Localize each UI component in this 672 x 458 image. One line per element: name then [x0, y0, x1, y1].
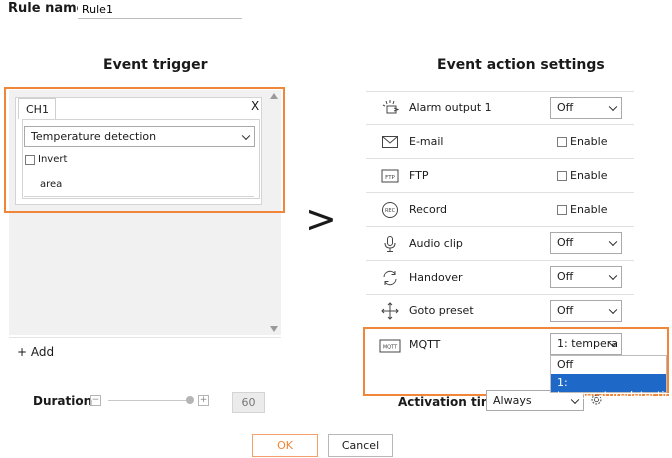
arrow-separator: >	[305, 197, 337, 241]
handover-label: Handover	[409, 271, 463, 284]
alarm-output-icon	[382, 100, 399, 114]
ftp-label: FTP	[409, 169, 429, 182]
audio-clip-select[interactable]: Off	[550, 232, 622, 254]
duration-label: Duration	[33, 394, 93, 408]
alarm-output-select[interactable]: Off	[550, 97, 622, 119]
move-arrows-icon	[381, 302, 399, 320]
goto-preset-label: Goto preset	[409, 304, 474, 317]
chevron-down-icon	[608, 102, 618, 112]
alarm-output-label: Alarm output 1	[409, 101, 492, 114]
goto-preset-select[interactable]: Off	[550, 300, 622, 322]
mqtt-dropdown-list: Off 1: temperaturedetection	[550, 355, 672, 402]
goto-preset-value: Off	[557, 304, 574, 317]
record-enable-checkbox[interactable]	[557, 204, 567, 215]
rule-name-input[interactable]	[78, 0, 242, 19]
audio-clip-value: Off	[557, 236, 574, 249]
scroll-down-icon[interactable]	[270, 326, 278, 332]
trigger-highlight	[4, 87, 285, 213]
email-enable-checkbox[interactable]	[557, 136, 567, 147]
mqtt-option-off[interactable]: Off	[551, 356, 666, 374]
email-label: E-mail	[409, 135, 444, 148]
duration-value[interactable]: 60	[232, 392, 265, 413]
duration-slider-handle[interactable]	[186, 396, 194, 404]
chevron-down-icon	[608, 237, 618, 247]
ok-button[interactable]: OK	[252, 434, 318, 457]
handover-value: Off	[557, 270, 574, 283]
record-icon-text: REC	[385, 208, 396, 214]
event-trigger-title: Event trigger	[103, 57, 208, 73]
ftp-enable-label: Enable	[570, 169, 608, 182]
email-enable-label: Enable	[570, 135, 608, 148]
microphone-icon	[384, 236, 396, 252]
duration-decrease-button[interactable]: −	[90, 395, 101, 406]
activation-time-value: Always	[493, 394, 532, 407]
record-enable-label: Enable	[570, 203, 608, 216]
ftp-icon: FTP	[381, 169, 399, 183]
handover-select[interactable]: Off	[550, 266, 622, 288]
record-label: Record	[409, 203, 448, 216]
alarm-output-value: Off	[557, 101, 574, 114]
event-action-title: Event action settings	[437, 57, 605, 73]
duration-slider-track[interactable]	[108, 400, 190, 401]
mqtt-option-temperaturedetection[interactable]: 1: temperaturedetection	[551, 374, 672, 402]
audio-clip-label: Audio clip	[409, 237, 463, 250]
add-trigger-button[interactable]: + Add	[17, 345, 54, 359]
duration-increase-button[interactable]: +	[198, 395, 209, 406]
ftp-icon-text: FTP	[385, 175, 395, 181]
handover-icon	[383, 270, 397, 286]
email-icon	[382, 136, 398, 148]
email-enable[interactable]: Enable	[557, 135, 607, 148]
record-enable[interactable]: Enable	[557, 203, 607, 216]
chevron-down-icon	[608, 305, 618, 315]
cancel-button[interactable]: Cancel	[328, 434, 393, 457]
ftp-enable[interactable]: Enable	[557, 169, 607, 182]
record-icon: REC	[382, 202, 398, 218]
rule-name-label: Rule name	[8, 1, 86, 16]
ftp-enable-checkbox[interactable]	[557, 170, 567, 181]
chevron-down-icon	[608, 271, 618, 281]
